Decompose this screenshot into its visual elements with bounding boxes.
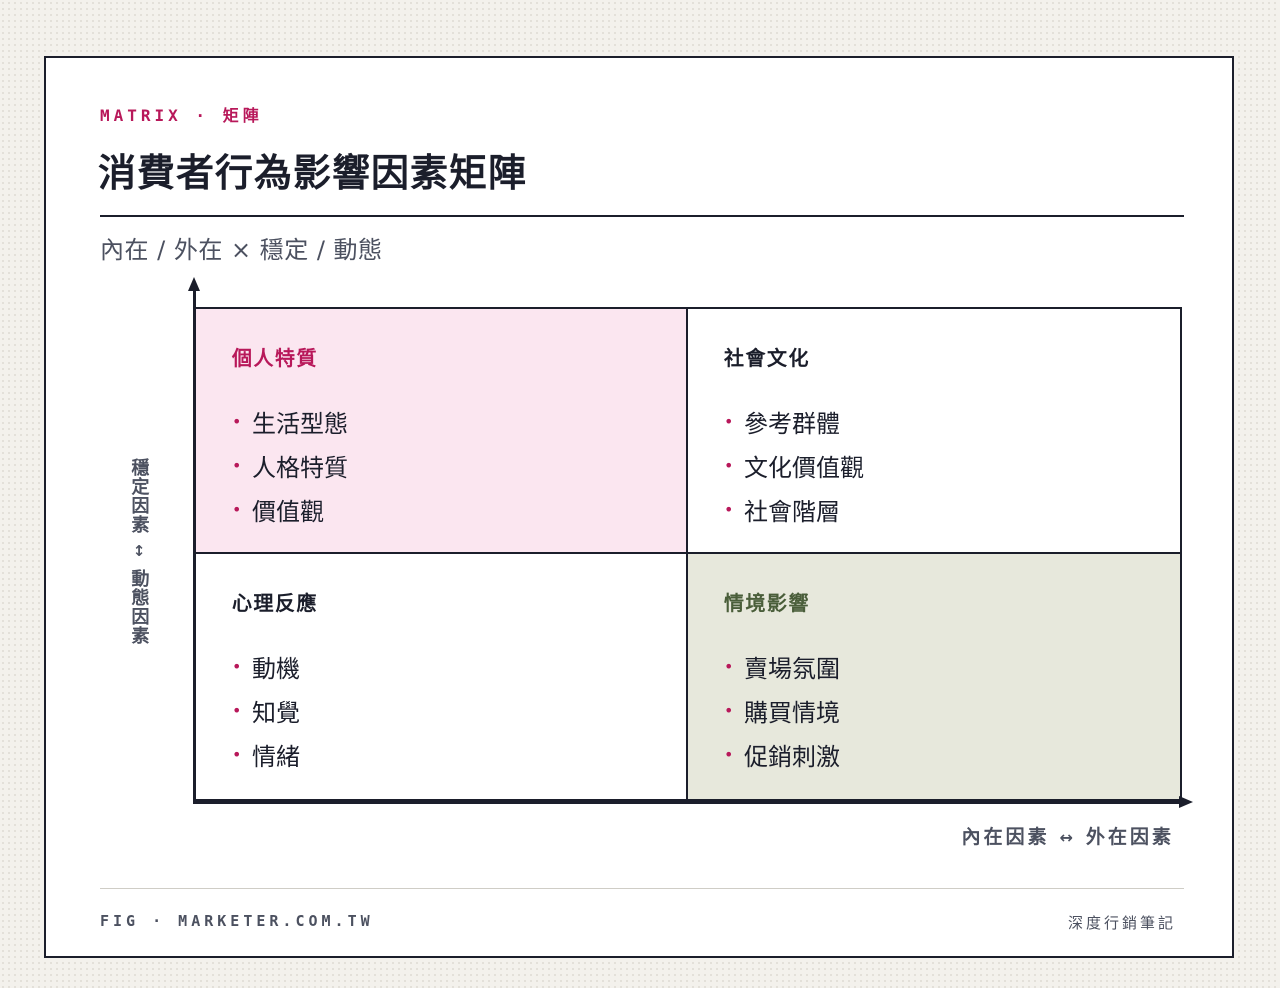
- quadrant-title: 個人特質: [232, 346, 318, 370]
- x-axis-label-right: 外在因素: [1085, 826, 1174, 848]
- y-axis-double-arrow-icon: ↕: [132, 542, 146, 560]
- bullet-icon: •: [232, 455, 242, 475]
- list-item: • 社會階層: [724, 487, 1144, 531]
- bullet-icon: •: [724, 411, 734, 431]
- quadrant-list: • 生活型態 • 人格特質 • 價值觀: [232, 399, 650, 531]
- y-axis-arrowhead: [188, 277, 200, 291]
- list-item-text: 情緒: [252, 742, 300, 771]
- footer-source: FIG · MARKETER.COM.TW: [100, 912, 374, 930]
- quadrant-psychological-response: 心理反應 • 動機 • 知覺 • 情緒: [196, 554, 688, 799]
- list-item-text: 參考群體: [744, 409, 840, 438]
- list-item-text: 知覺: [252, 698, 300, 727]
- list-item-text: 動機: [252, 654, 300, 683]
- list-item: • 知覺: [232, 688, 650, 732]
- y-axis-label: 穩定因素 ↕ 動態因素: [126, 458, 152, 645]
- x-axis-label-left: 內在因素: [961, 826, 1050, 848]
- kicker-label: MATRIX · 矩陣: [100, 106, 263, 125]
- list-item: • 人格特質: [232, 443, 650, 487]
- title-divider: [100, 215, 1184, 217]
- list-item: • 價值觀: [232, 487, 650, 531]
- quadrant-list: • 賣場氛圍 • 購買情境 • 促銷刺激: [724, 644, 1144, 776]
- bullet-icon: •: [232, 411, 242, 431]
- list-item: • 動機: [232, 644, 650, 688]
- list-item: • 生活型態: [232, 399, 650, 443]
- list-item-text: 社會階層: [744, 497, 840, 526]
- x-axis-arrowhead: [1179, 796, 1193, 808]
- matrix-grid: 個人特質 • 生活型態 • 人格特質 • 價值觀 社會文化 • 參考群體 • 文化價值觀 …: [194, 307, 1182, 801]
- list-item: • 購買情境: [724, 688, 1144, 732]
- list-item-text: 生活型態: [252, 409, 348, 438]
- footer-divider: [100, 888, 1184, 889]
- page-title: 消費者行為影響因素矩陣: [98, 150, 528, 195]
- subtitle: 內在 / 外在 × 穩定 / 動態: [100, 236, 383, 264]
- bullet-icon: •: [724, 455, 734, 475]
- bullet-icon: •: [724, 499, 734, 519]
- footer-brand: 深度行銷筆記: [1067, 914, 1176, 932]
- bullet-icon: •: [232, 700, 242, 720]
- bullet-icon: •: [232, 656, 242, 676]
- list-item: • 促銷刺激: [724, 732, 1144, 776]
- x-axis-double-arrow-icon: ↔: [1059, 828, 1076, 847]
- list-item: • 情緒: [232, 732, 650, 776]
- quadrant-social-culture: 社會文化 • 參考群體 • 文化價值觀 • 社會階層: [688, 309, 1180, 554]
- list-item-text: 賣場氛圍: [744, 654, 840, 683]
- bullet-icon: •: [724, 656, 734, 676]
- list-item-text: 文化價值觀: [744, 453, 864, 482]
- bullet-icon: •: [232, 744, 242, 764]
- list-item: • 文化價值觀: [724, 443, 1144, 487]
- list-item: • 參考群體: [724, 399, 1144, 443]
- quadrant-personal-traits: 個人特質 • 生活型態 • 人格特質 • 價值觀: [196, 309, 688, 554]
- bullet-icon: •: [724, 700, 734, 720]
- quadrant-list: • 動機 • 知覺 • 情緒: [232, 644, 650, 776]
- list-item-text: 促銷刺激: [744, 742, 840, 771]
- bullet-icon: •: [724, 744, 734, 764]
- quadrant-title: 情境影響: [724, 591, 810, 615]
- list-item: • 賣場氛圍: [724, 644, 1144, 688]
- quadrant-list: • 參考群體 • 文化價值觀 • 社會階層: [724, 399, 1144, 531]
- quadrant-situational-influence: 情境影響 • 賣場氛圍 • 購買情境 • 促銷刺激: [688, 554, 1180, 799]
- x-axis-line: [193, 801, 1181, 804]
- y-axis-label-top: 穩定因素: [128, 458, 150, 534]
- list-item-text: 價值觀: [252, 497, 324, 526]
- y-axis-label-bottom: 動態因素: [128, 569, 150, 645]
- quadrant-title: 社會文化: [724, 346, 810, 370]
- list-item-text: 人格特質: [252, 453, 348, 482]
- bullet-icon: •: [232, 499, 242, 519]
- x-axis-label: 內在因素 ↔ 外在因素: [962, 822, 1174, 849]
- figure-card: MATRIX · 矩陣 消費者行為影響因素矩陣 內在 / 外在 × 穩定 / 動…: [44, 56, 1234, 958]
- quadrant-title: 心理反應: [232, 591, 318, 615]
- list-item-text: 購買情境: [744, 698, 840, 727]
